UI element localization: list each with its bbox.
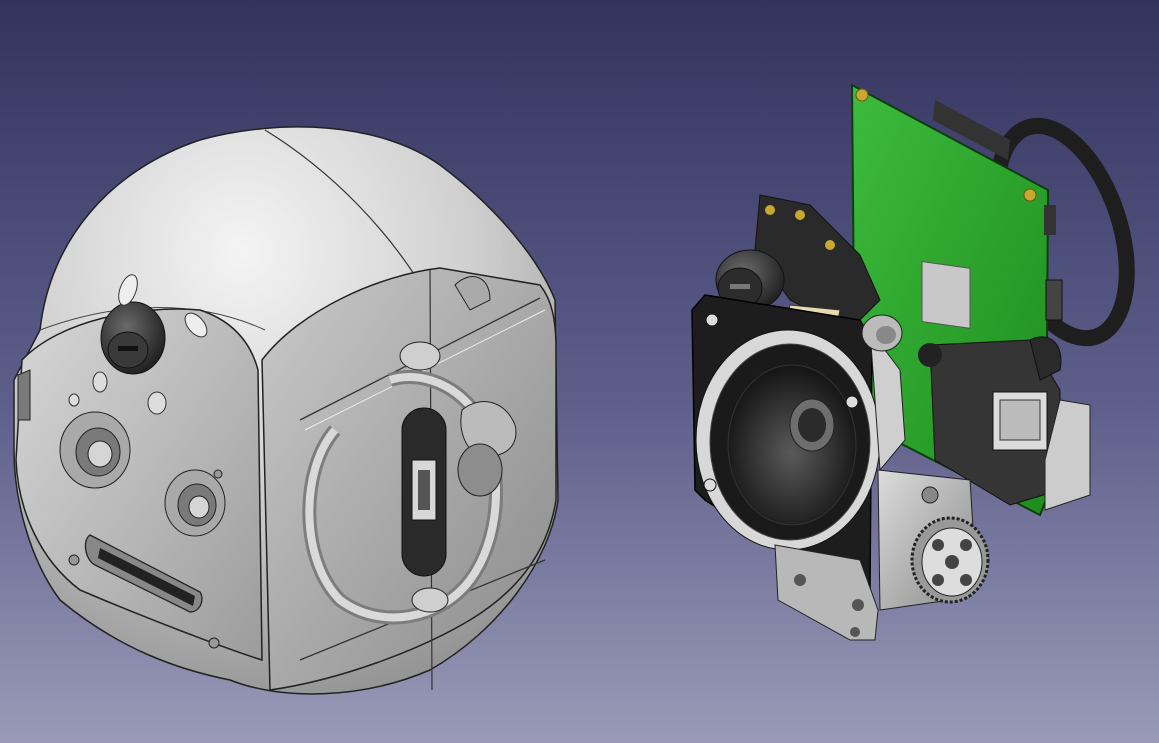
knob-dark[interactable] <box>100 301 166 375</box>
usb-port-slot[interactable] <box>401 407 447 577</box>
left-eye-socket[interactable] <box>59 411 131 489</box>
servo-gear[interactable] <box>910 516 990 604</box>
robot-head-shell[interactable] <box>13 126 559 695</box>
3d-viewport[interactable] <box>0 0 1159 743</box>
electronics-assembly[interactable] <box>691 83 1151 641</box>
3d-scene[interactable] <box>0 0 1159 743</box>
right-eye-socket[interactable] <box>164 469 226 537</box>
